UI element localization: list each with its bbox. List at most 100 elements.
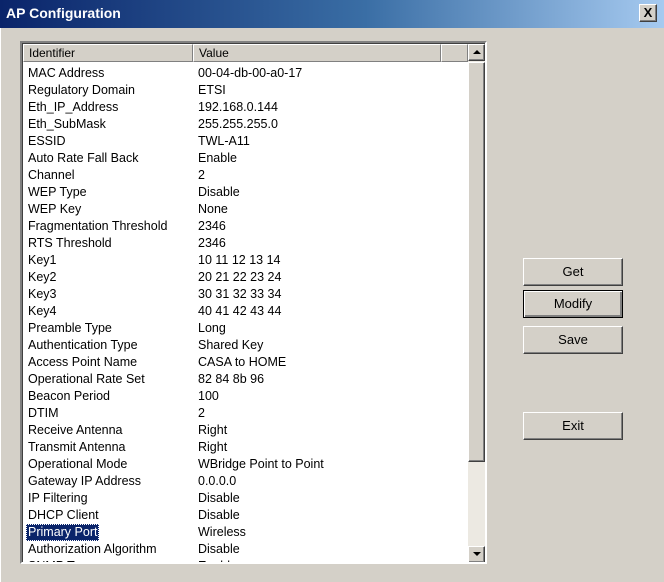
list-row[interactable]: Eth_SubMask 255.255.255.0	[23, 116, 468, 133]
list-row[interactable]: Eth_IP_Address 192.168.0.144	[23, 99, 468, 116]
list-row[interactable]: Receive Antenna Right	[23, 422, 468, 439]
cell-value: 255.255.255.0	[198, 117, 278, 131]
cell-identifier: Preamble Type	[28, 321, 112, 335]
cell-value: 20 21 22 23 24	[198, 270, 282, 284]
list-content: Identifier Value MAC Address 00-04-db-00-…	[23, 44, 468, 562]
cell-identifier: Fragmentation Threshold	[28, 219, 168, 233]
cell-identifier: Operational Mode	[28, 457, 128, 471]
list-row[interactable]: Access Point Name CASA to HOME	[23, 354, 468, 371]
close-button[interactable]: X	[639, 4, 657, 22]
cell-value: Disable	[198, 491, 240, 505]
cell-value: TWL-A11	[198, 134, 250, 148]
list-row[interactable]: Operational Mode WBridge Point to Point	[23, 456, 468, 473]
column-header-value[interactable]: Value	[193, 44, 441, 62]
list-row[interactable]: DHCP Client Disable	[23, 507, 468, 524]
list-row[interactable]: Primary Port Wireless	[23, 524, 468, 541]
exit-button[interactable]: Exit	[523, 412, 623, 440]
cell-value: 2346	[198, 236, 226, 250]
cell-identifier: Authentication Type	[28, 338, 138, 352]
cell-value: Shared Key	[198, 338, 264, 352]
title-bar: AP Configuration X	[0, 0, 664, 28]
arrow-up-icon	[473, 50, 481, 54]
column-header-filler	[441, 44, 468, 62]
list-row[interactable]: Gateway IP Address 0.0.0.0	[23, 473, 468, 490]
cell-value: Wireless	[198, 525, 246, 539]
cell-identifier: WEP Type	[28, 185, 87, 199]
cell-value: 10 11 12 13 14	[198, 253, 281, 267]
list-row[interactable]: WEP Key None	[23, 201, 468, 218]
list-row[interactable]: Authentication Type Shared Key	[23, 337, 468, 354]
list-row[interactable]: Channel 2	[23, 167, 468, 184]
cell-value: 30 31 32 33 34	[198, 287, 282, 301]
list-rows: MAC Address 00-04-db-00-a0-17 Regulatory D…	[23, 65, 468, 562]
list-row[interactable]: Authorization Algorithm Disable	[23, 541, 468, 558]
list-row[interactable]: Regulatory Domain ETSI	[23, 82, 468, 99]
list-row[interactable]: SNMP Traps Enable	[23, 558, 468, 562]
cell-identifier: RTS Threshold	[28, 236, 112, 250]
cell-identifier: Auto Rate Fall Back	[28, 151, 139, 165]
cell-value: Disable	[198, 185, 240, 199]
cell-value: ETSI	[198, 83, 226, 97]
cell-identifier: DHCP Client	[28, 508, 99, 522]
list-row[interactable]: IP Filtering Disable	[23, 490, 468, 507]
cell-identifier: DTIM	[28, 406, 59, 420]
cell-value: 2	[198, 168, 205, 182]
list-row[interactable]: Transmit Antenna Right	[23, 439, 468, 456]
modify-button[interactable]: Modify	[523, 290, 623, 318]
cell-identifier: Transmit Antenna	[28, 440, 126, 454]
list-row[interactable]: Preamble Type Long	[23, 320, 468, 337]
cell-value: 192.168.0.144	[198, 100, 278, 114]
cell-value: Long	[198, 321, 226, 335]
cell-identifier: Operational Rate Set	[28, 372, 145, 386]
vertical-scrollbar[interactable]	[468, 44, 485, 562]
config-listview[interactable]: Identifier Value MAC Address 00-04-db-00-…	[20, 41, 487, 564]
cell-identifier: SNMP Traps	[26, 558, 101, 562]
cell-value: 0.0.0.0	[198, 474, 237, 488]
list-row[interactable]: Key4 40 41 42 43 44	[23, 303, 468, 320]
cell-identifier: IP Filtering	[28, 491, 88, 505]
scroll-up-button[interactable]	[468, 44, 485, 61]
cell-value: 2	[198, 406, 205, 420]
cell-identifier: Authorization Algorithm	[28, 542, 157, 556]
window-title: AP Configuration	[6, 5, 121, 21]
scroll-down-button[interactable]	[468, 546, 485, 562]
list-row[interactable]: Key2 20 21 22 23 24	[23, 269, 468, 286]
list-row[interactable]: Operational Rate Set 82 84 8b 96	[23, 371, 468, 388]
cell-identifier: MAC Address	[28, 66, 105, 80]
cell-value: Right	[198, 440, 228, 454]
list-row[interactable]: RTS Threshold 2346	[23, 235, 468, 252]
cell-identifier: Regulatory Domain	[28, 83, 135, 97]
cell-identifier: Key4	[28, 304, 57, 318]
cell-value: None	[198, 202, 228, 216]
cell-value: 2346	[198, 219, 226, 233]
cell-identifier: Primary Port	[26, 524, 100, 541]
cell-identifier: Eth_IP_Address	[28, 100, 119, 114]
list-row[interactable]: Key3 30 31 32 33 34	[23, 286, 468, 303]
cell-value: 82 84 8b 96	[198, 372, 265, 386]
cell-identifier: Eth_SubMask	[28, 117, 106, 131]
cell-identifier: ESSID	[28, 134, 66, 148]
cell-value: WBridge Point to Point	[198, 457, 324, 471]
save-button[interactable]: Save	[523, 326, 623, 354]
cell-identifier: Access Point Name	[28, 355, 138, 369]
list-row[interactable]: DTIM 2	[23, 405, 468, 422]
cell-identifier: Channel	[28, 168, 75, 182]
list-row[interactable]: Fragmentation Threshold 2346	[23, 218, 468, 235]
cell-value: Disable	[198, 508, 240, 522]
list-row[interactable]: Key1 10 11 12 13 14	[23, 252, 468, 269]
get-button[interactable]: Get	[523, 258, 623, 286]
cell-value: Enable	[198, 151, 237, 165]
list-row[interactable]: ESSID TWL-A11	[23, 133, 468, 150]
scroll-thumb[interactable]	[468, 62, 485, 462]
list-row[interactable]: Beacon Period 100	[23, 388, 468, 405]
cell-identifier: Beacon Period	[28, 389, 111, 403]
cell-identifier: WEP Key	[28, 202, 82, 216]
list-row[interactable]: WEP Type Disable	[23, 184, 468, 201]
arrow-down-icon	[473, 552, 481, 556]
cell-value: 40 41 42 43 44	[198, 304, 282, 318]
cell-value: Enable	[198, 558, 237, 562]
list-row[interactable]: Auto Rate Fall Back Enable	[23, 150, 468, 167]
list-row[interactable]: MAC Address 00-04-db-00-a0-17	[23, 65, 468, 82]
cell-identifier: Receive Antenna	[28, 423, 123, 437]
column-header-identifier[interactable]: Identifier	[23, 44, 193, 62]
